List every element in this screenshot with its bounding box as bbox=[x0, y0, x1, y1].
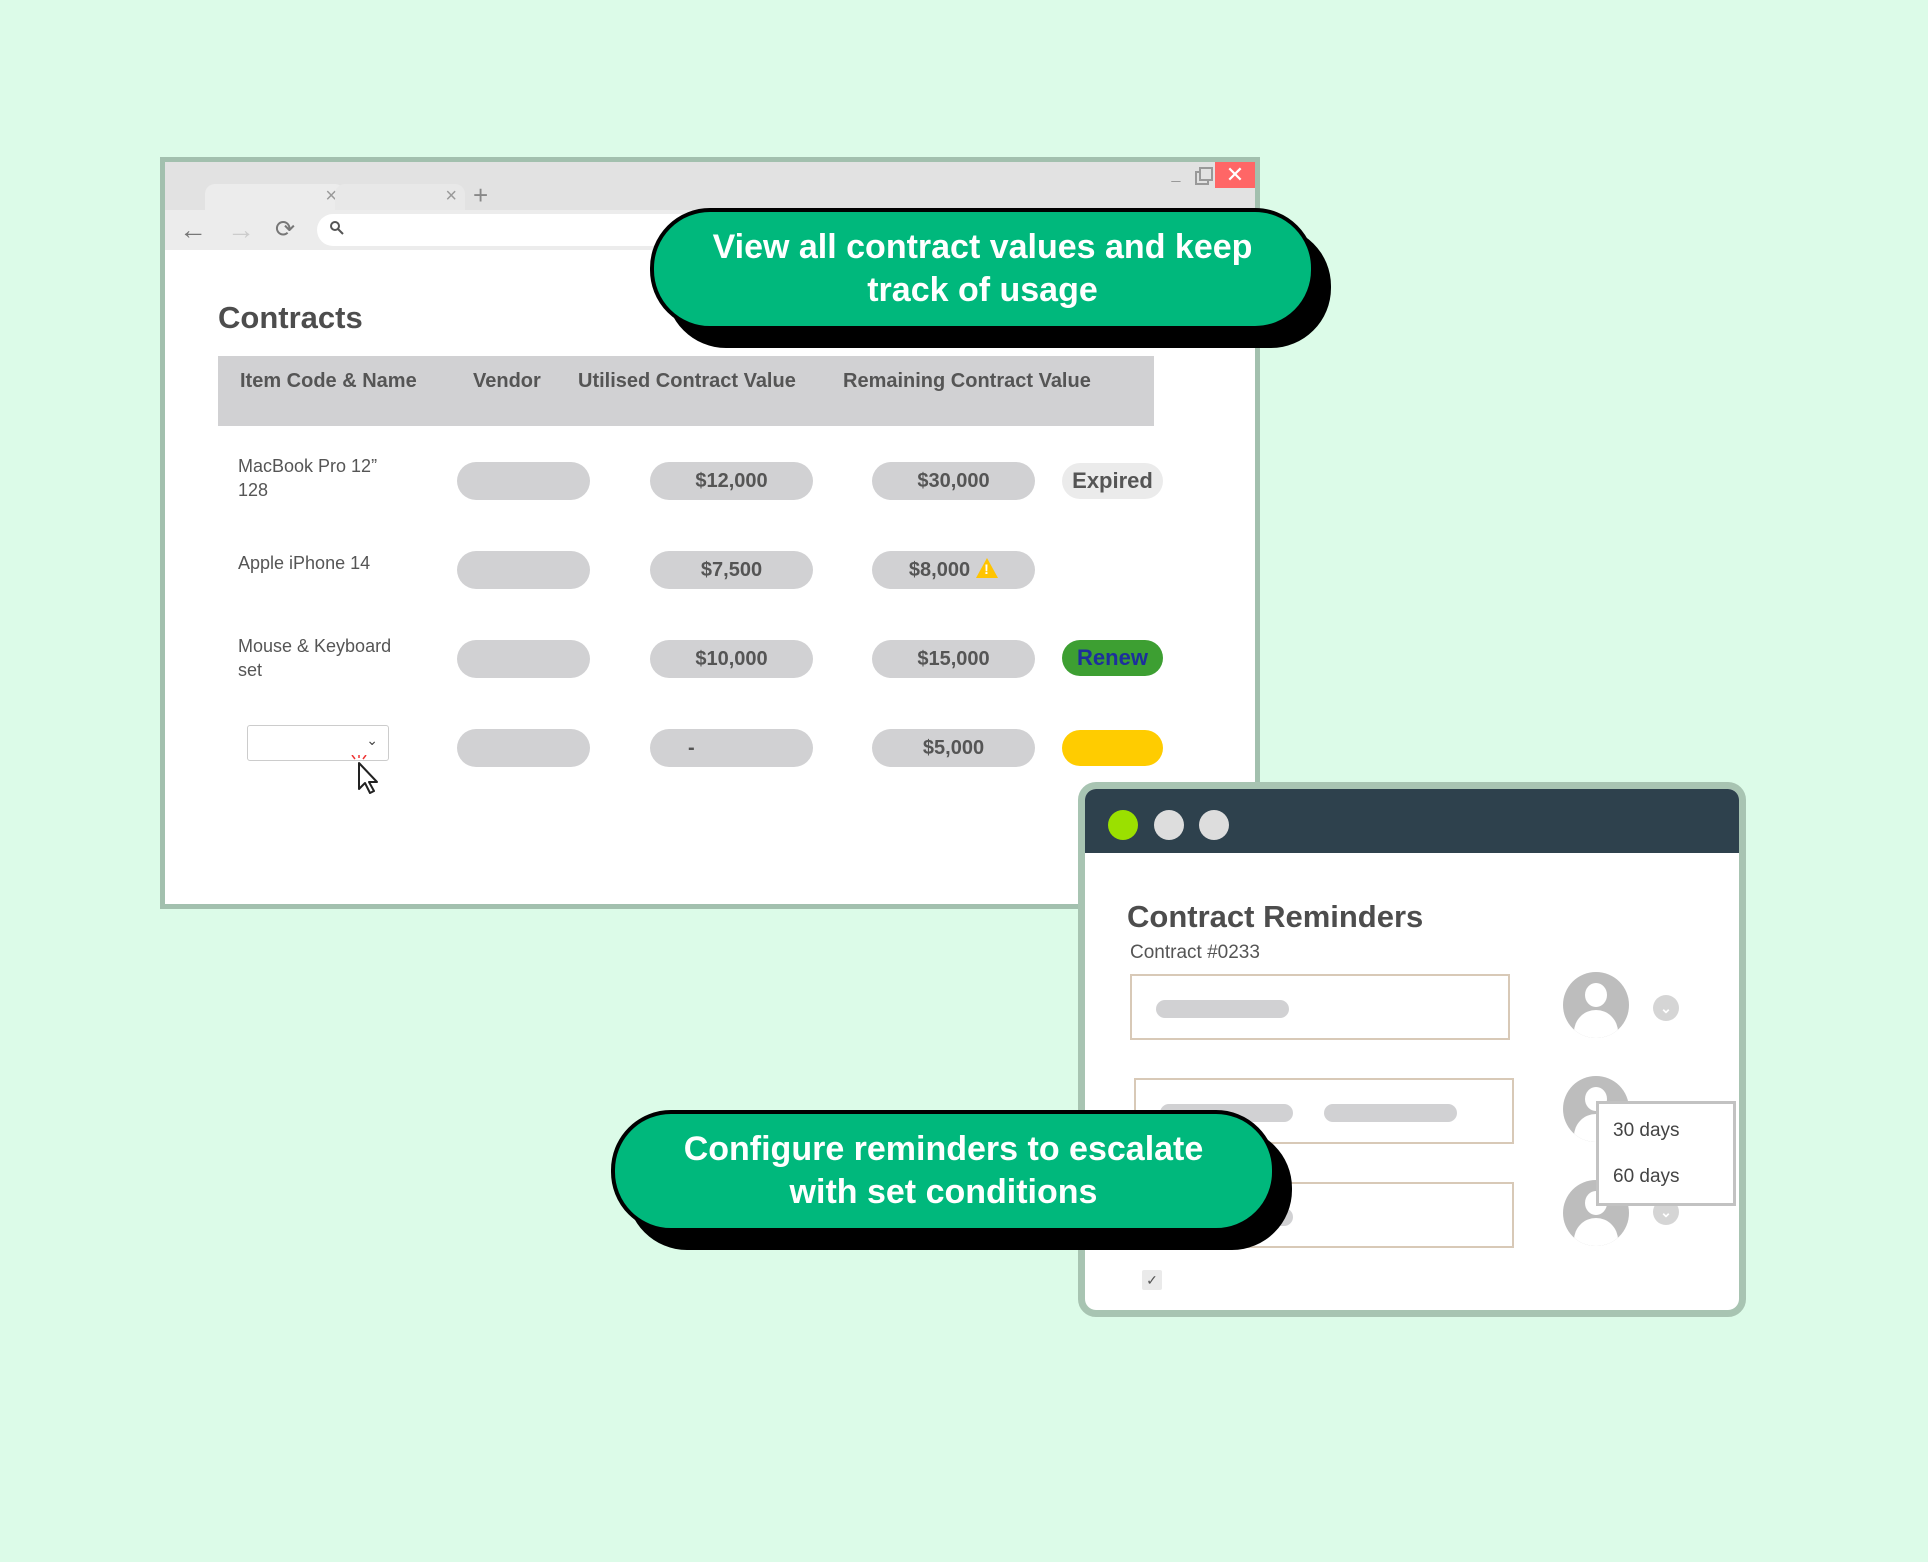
escalation-dropdown-menu: 30 days 60 days bbox=[1596, 1101, 1736, 1206]
restore-icon[interactable] bbox=[1189, 162, 1215, 188]
minimize-icon[interactable]: _ bbox=[1163, 166, 1189, 184]
checkbox[interactable]: ✓ bbox=[1142, 1270, 1162, 1290]
browser-tab-2[interactable]: × bbox=[335, 184, 465, 210]
chevron-down-icon: ⌄ bbox=[366, 732, 378, 748]
dropdown-option-60-days[interactable]: 60 days bbox=[1613, 1166, 1680, 1188]
contract-number: Contract #0233 bbox=[1130, 942, 1260, 963]
remaining-value-cell: $8,000 bbox=[872, 551, 1035, 589]
callout-text: Configure reminders to escalate with set… bbox=[611, 1110, 1276, 1232]
new-tab-icon[interactable]: + bbox=[473, 180, 488, 210]
vendor-cell bbox=[457, 551, 590, 589]
window-controls: _ ✕ bbox=[1163, 162, 1255, 188]
item-name: Mouse & Keyboard set bbox=[238, 636, 392, 680]
placeholder-bar bbox=[1324, 1104, 1457, 1122]
column-header-vendor: Vendor bbox=[473, 370, 541, 392]
callout-reminders: Configure reminders to escalate with set… bbox=[611, 1110, 1292, 1250]
remaining-value: $15,000 bbox=[872, 640, 1035, 678]
column-header-item: Item Code & Name bbox=[240, 370, 417, 392]
chevron-down-icon[interactable]: ⌄ bbox=[1653, 995, 1679, 1021]
utilised-value: $7,500 bbox=[650, 551, 813, 589]
remaining-value: $8,000 bbox=[908, 559, 971, 581]
page-title: Contracts bbox=[218, 300, 363, 335]
window-dot-icon[interactable] bbox=[1154, 810, 1184, 840]
renew-button[interactable]: Renew bbox=[1062, 640, 1163, 676]
reminders-title: Contract Reminders bbox=[1127, 899, 1424, 934]
utilised-value: $12,000 bbox=[650, 462, 813, 500]
item-name: Apple iPhone 14 bbox=[238, 553, 371, 573]
close-window-icon[interactable]: ✕ bbox=[1215, 162, 1255, 188]
dropdown-option-30-days[interactable]: 30 days bbox=[1613, 1120, 1680, 1142]
table-row: MacBook Pro 12” 128 $12,000 $30,000 Expi… bbox=[165, 450, 1255, 520]
avatar[interactable] bbox=[1563, 972, 1629, 1038]
warning-icon bbox=[976, 558, 999, 578]
back-arrow-icon[interactable]: ← bbox=[179, 214, 207, 246]
callout-contract-values: View all contract values and keep track … bbox=[650, 208, 1331, 348]
window-titlebar bbox=[1085, 789, 1739, 853]
placeholder-bar bbox=[1156, 1000, 1289, 1018]
reminder-field[interactable] bbox=[1130, 974, 1510, 1040]
table-row: Mouse & Keyboard set $10,000 $15,000 Ren… bbox=[165, 628, 1255, 698]
reload-icon[interactable]: ⟳ bbox=[275, 214, 295, 246]
vendor-cell bbox=[457, 462, 590, 500]
window-dot-icon[interactable] bbox=[1199, 810, 1229, 840]
forward-arrow-icon[interactable]: → bbox=[227, 214, 255, 246]
vendor-cell bbox=[457, 729, 590, 767]
remaining-value: $30,000 bbox=[872, 462, 1035, 500]
window-dot-active-icon[interactable] bbox=[1108, 810, 1138, 840]
status-badge-pending[interactable] bbox=[1062, 730, 1163, 766]
tab-close-icon[interactable]: × bbox=[445, 184, 457, 208]
status-badge-expired: Expired bbox=[1062, 463, 1163, 499]
browser-tab-1[interactable]: × bbox=[205, 184, 345, 210]
tab-strip: × × + _ ✕ bbox=[165, 162, 1255, 210]
remaining-value: $5,000 bbox=[872, 729, 1035, 767]
column-header-remaining: Remaining Contract Value bbox=[843, 370, 1091, 392]
utilised-value: $10,000 bbox=[650, 640, 813, 678]
pointer-cursor-icon bbox=[351, 755, 378, 794]
utilised-value: - bbox=[650, 729, 813, 767]
table-header: Item Code & Name Vendor Utilised Contrac… bbox=[218, 356, 1154, 426]
item-name: MacBook Pro 12” 128 bbox=[238, 456, 378, 500]
search-icon bbox=[330, 221, 344, 235]
checkmark-icon: ✓ bbox=[1146, 1272, 1158, 1288]
table-row: Apple iPhone 14 $7,500 $8,000 bbox=[165, 539, 1255, 609]
column-header-utilised: Utilised Contract Value bbox=[578, 370, 796, 392]
callout-text: View all contract values and keep track … bbox=[650, 208, 1315, 330]
table-row: ⌄ - $5,000 bbox=[165, 717, 1255, 794]
vendor-cell bbox=[457, 640, 590, 678]
